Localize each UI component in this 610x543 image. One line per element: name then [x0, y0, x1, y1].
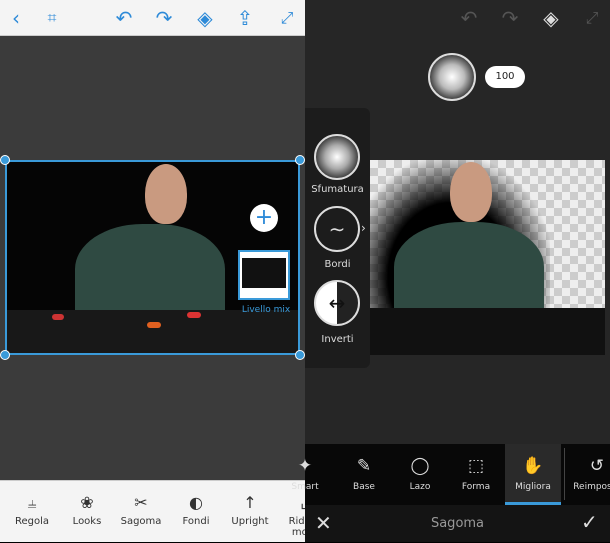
back-icon[interactable]: ‹	[4, 6, 28, 30]
brush-size-value[interactable]: 100	[485, 66, 525, 88]
selection-tools-bar: ✦ Smart ✎ Base ◯ Lazo ⬚ Forma ✋ Migliora ↺ Rei…	[291, 444, 610, 505]
scissors-icon: ✂	[134, 493, 148, 512]
tool-forma[interactable]: ⬚ Forma	[448, 444, 504, 505]
refine-options-panel: Sfumatura ∼ › Bordi ↔ Inverti	[305, 108, 370, 368]
divider	[564, 448, 565, 500]
expand-icon[interactable]: ⤢	[275, 6, 299, 30]
footer-bar: ✕ Sagoma ✓	[305, 505, 610, 542]
resize-handle[interactable]	[0, 350, 10, 360]
undo-icon[interactable]: ↶	[457, 6, 481, 30]
reset-icon: ↺	[589, 456, 605, 476]
tool-upright[interactable]: ↑ Upright	[224, 481, 276, 543]
tool-reimposta[interactable]: ↺Reimposta	[567, 444, 610, 505]
edges-button[interactable]: ∼	[314, 206, 360, 252]
feather-button[interactable]	[314, 134, 360, 180]
layer-thumbnail[interactable]	[238, 250, 290, 300]
brush-icon: ✎	[356, 456, 372, 476]
swap-arrows-icon: ↔	[328, 291, 346, 315]
tool-regola[interactable]: ⫨ Regola	[6, 481, 58, 543]
cutout-canvas[interactable]	[370, 160, 605, 355]
blend-icon: ◐	[189, 493, 203, 512]
looks-icon: ❀	[80, 493, 94, 512]
tool-looks[interactable]: ❀ Looks	[61, 481, 113, 543]
share-icon[interactable]: ⇪	[233, 6, 257, 30]
shape-icon: ⬚	[467, 456, 485, 476]
feather-label: Sfumatura	[311, 184, 364, 195]
undo-icon[interactable]: ↶	[112, 6, 136, 30]
wave-icon: ∼	[328, 217, 346, 241]
layer-label: Livello mix	[241, 305, 291, 315]
bottom-toolbar: ⫨ Regola ❀ Looks ✂ Sagoma ◐ Fondi ↑ Upright ⌞…	[0, 480, 319, 543]
redo-icon[interactable]: ↷	[498, 6, 522, 30]
sliders-icon: ⫨	[27, 493, 37, 512]
refine-icon: ✋	[522, 456, 544, 476]
expand-icon[interactable]: ⤢	[580, 6, 604, 30]
tool-sagoma[interactable]: ✂ Sagoma	[115, 481, 167, 543]
left-editor-panel: ‹ ⌗ ↶ ↷ ◈ ⇪ ⤢ + Livello mix ⫨ Regola ❀ Loo…	[0, 0, 319, 543]
resize-handle[interactable]	[295, 350, 305, 360]
edges-label: Bordi	[324, 259, 351, 270]
upright-icon: ↑	[243, 493, 257, 512]
invert-label: Inverti	[321, 334, 354, 345]
magic-wand-icon: ✦	[297, 456, 313, 476]
crop-icon[interactable]: ⌗	[40, 6, 64, 30]
tool-smart[interactable]: ✦ Smart	[277, 444, 333, 505]
resize-handle[interactable]	[0, 155, 10, 165]
redo-icon[interactable]: ↷	[152, 6, 176, 30]
layers-icon[interactable]: ◈	[193, 6, 217, 30]
tool-migliora[interactable]: ✋ Migliora	[505, 444, 561, 505]
brush-preview[interactable]	[428, 53, 476, 101]
confirm-check-icon[interactable]: ✓	[581, 510, 598, 534]
chevron-right-icon[interactable]: ›	[361, 221, 366, 235]
add-layer-button[interactable]: +	[250, 204, 278, 232]
footer-title: Sagoma	[430, 516, 485, 531]
lasso-icon: ◯	[410, 456, 430, 476]
layers-icon[interactable]: ◈	[539, 6, 563, 30]
invert-button[interactable]: ↔	[314, 280, 360, 326]
top-toolbar: ‹ ⌗ ↶ ↷ ◈ ⇪ ⤢	[0, 0, 305, 36]
tool-lazo[interactable]: ◯ Lazo	[392, 444, 448, 505]
tool-fondi[interactable]: ◐ Fondi	[170, 481, 222, 543]
resize-handle[interactable]	[295, 155, 305, 165]
tool-base[interactable]: ✎ Base	[336, 444, 392, 505]
